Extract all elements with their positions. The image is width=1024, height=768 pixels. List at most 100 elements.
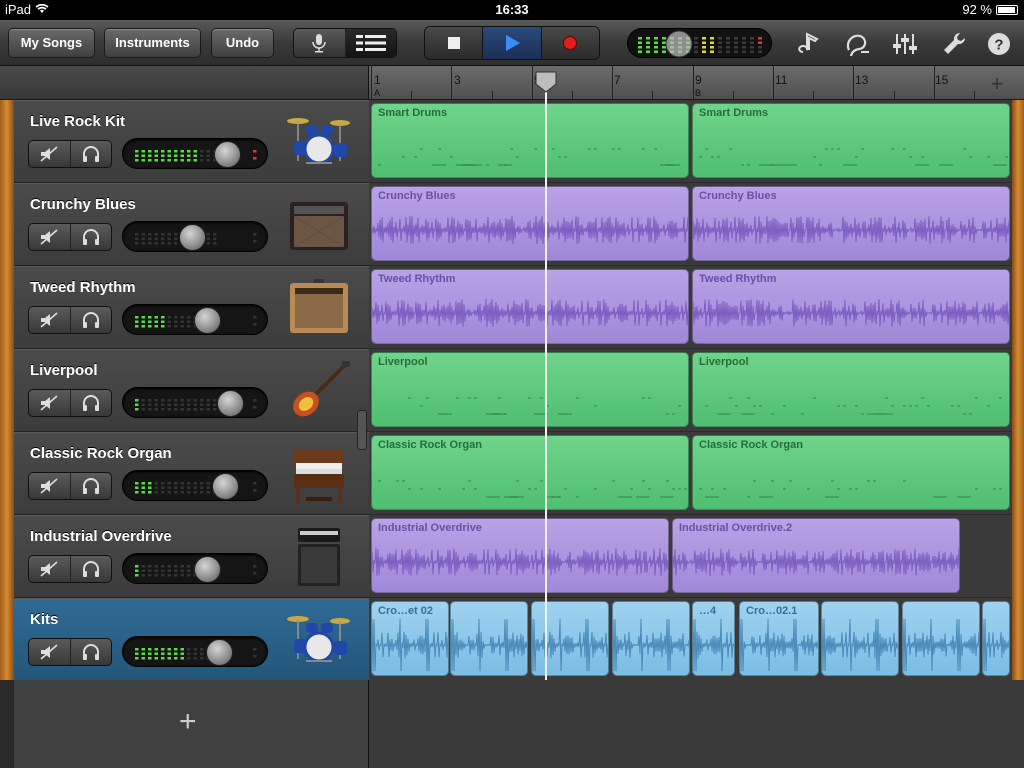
audio-region[interactable]: Crunchy Blues [371,186,689,261]
mute-icon[interactable] [29,556,71,582]
audio-region[interactable]: Cro…02.1 [739,601,819,676]
track-header[interactable]: Live Rock Kit [14,100,369,183]
mixer-icon[interactable] [891,30,919,58]
volume-knob[interactable] [206,639,233,666]
track-volume-meter[interactable] [122,553,268,584]
volume-knob[interactable] [217,390,244,417]
volume-knob[interactable] [212,473,239,500]
tracks-view-icon[interactable] [345,29,396,57]
midi-note [783,488,786,490]
headphones-icon[interactable] [71,307,112,333]
audio-region[interactable]: Smart Drums [692,103,1010,178]
track-volume-meter[interactable] [122,221,268,252]
midi-note [612,480,615,482]
meter-led [148,150,152,153]
audio-region[interactable]: Tweed Rhythm [692,269,1010,344]
meter-led [662,46,666,49]
track-volume-meter[interactable] [122,138,268,169]
drum-kit-icon[interactable] [286,111,352,173]
amp-stack-icon[interactable] [286,526,352,588]
master-volume-meter[interactable] [627,28,772,58]
drum-kit-icon[interactable] [286,609,352,671]
audio-region[interactable] [531,601,609,676]
audio-region[interactable]: Classic Rock Organ [371,435,689,510]
playhead-handle[interactable] [534,70,558,94]
track-volume-meter[interactable] [122,304,268,335]
audio-region[interactable] [982,601,1010,676]
headphones-icon[interactable] [71,556,112,582]
mute-icon[interactable] [29,390,71,416]
audio-region[interactable]: Industrial Overdrive.2 [672,518,960,593]
track-volume-meter[interactable] [122,470,268,501]
headphones-icon[interactable] [71,141,112,167]
volume-knob[interactable] [214,141,241,168]
meter-led [154,399,158,402]
track-volume-meter[interactable] [122,636,268,667]
audio-region[interactable]: Classic Rock Organ [692,435,1010,510]
audio-region[interactable]: Smart Drums [371,103,689,178]
audio-region[interactable] [902,601,980,676]
audio-region[interactable] [821,601,899,676]
midi-note [813,397,816,399]
track-header[interactable]: Classic Rock Organ [14,432,369,515]
audio-region[interactable]: Tweed Rhythm [371,269,689,344]
meter-led [206,486,210,489]
headphones-icon[interactable] [71,224,112,250]
mute-icon[interactable] [29,639,71,665]
audio-region[interactable]: Liverpool [371,352,689,427]
volume-knob[interactable] [194,307,221,334]
toolbar: My Songs Instruments Undo ? [0,20,1024,66]
meter-led [135,242,139,245]
audio-region[interactable] [450,601,528,676]
meter-led [135,159,139,162]
metronome-icon[interactable] [795,30,823,58]
mute-icon[interactable] [29,141,71,167]
instruments-button[interactable]: Instruments [104,28,201,58]
headphones-icon[interactable] [71,473,112,499]
volume-knob[interactable] [179,224,206,251]
audio-region[interactable]: Liverpool [692,352,1010,427]
midi-note [819,164,822,166]
track-volume-meter[interactable] [122,387,268,418]
audio-region[interactable]: Crunchy Blues [692,186,1010,261]
add-section-button[interactable]: + [984,71,1010,97]
play-icon[interactable] [483,27,542,59]
amp-icon[interactable] [286,194,352,256]
mute-icon[interactable] [29,473,71,499]
track-header[interactable]: Liverpool [14,349,369,432]
peak-led [253,489,257,492]
bass-guitar-icon[interactable] [286,360,352,422]
headphones-icon[interactable] [71,639,112,665]
track-header[interactable]: Kits [14,598,369,681]
tweed-amp-icon[interactable] [286,277,352,339]
master-volume-knob[interactable] [665,30,693,58]
help-icon[interactable]: ? [985,30,1013,58]
audio-region[interactable]: Industrial Overdrive [371,518,669,593]
meter-led [148,399,152,402]
settings-wrench-icon[interactable] [940,30,968,58]
audio-region[interactable]: Cro…et 02 [371,601,449,676]
audio-region[interactable]: …4 [692,601,735,676]
mute-icon[interactable] [29,307,71,333]
meter-led [167,325,171,328]
headphones-icon[interactable] [71,390,112,416]
audio-region[interactable] [612,601,690,676]
stop-icon[interactable] [425,27,484,59]
volume-knob[interactable] [194,556,221,583]
mic-icon[interactable] [294,29,346,57]
undo-button[interactable]: Undo [211,28,274,58]
record-icon[interactable] [541,27,599,59]
meter-led [174,325,178,328]
track-header[interactable]: Industrial Overdrive [14,515,369,598]
my-songs-button[interactable]: My Songs [8,28,95,58]
track-lane: Liverpool Liverpool [369,349,1012,432]
mute-icon[interactable] [29,224,71,250]
timeline-ruler[interactable]: 1 3 5 7 9 11 13 15 A B [369,65,1024,100]
track-header[interactable]: Tweed Rhythm [14,266,369,349]
track-header[interactable]: Crunchy Blues [14,183,369,266]
add-track-button[interactable]: + [179,705,197,739]
loop-icon[interactable] [843,30,871,58]
midi-note [1005,156,1008,158]
organ-icon[interactable] [286,443,352,505]
resize-grip[interactable] [357,410,367,450]
